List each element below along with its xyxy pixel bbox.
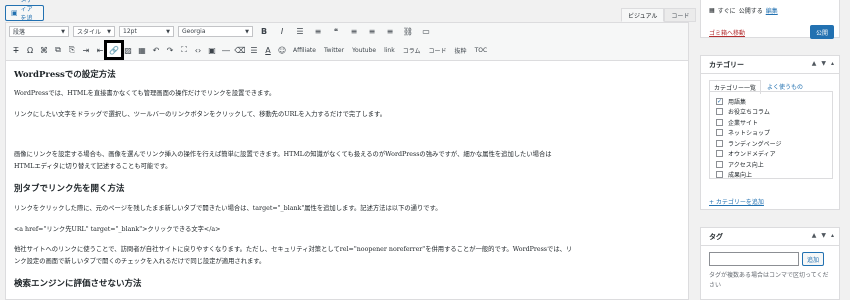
font-family-select[interactable]: Georgia ▼ (178, 26, 253, 37)
chevron-down-icon[interactable]: ▼ (821, 60, 826, 67)
list-item[interactable]: オウンドメディア (716, 149, 826, 160)
image-icon[interactable]: ▨ (121, 43, 135, 57)
tag-box: タグ ▲ ▼ ▴ 追加 タグが複数ある場合はコンマで区切ってください (700, 227, 840, 300)
emoji-icon[interactable]: ☺ (275, 43, 289, 57)
calendar-icon: ▦ (709, 7, 715, 14)
undo-icon[interactable]: ↶ (149, 43, 163, 57)
omega-icon[interactable]: Ω (23, 43, 37, 57)
list-item[interactable]: 企業サイト (716, 117, 826, 128)
checkbox[interactable] (716, 108, 723, 116)
qt-column-button[interactable]: コラム (399, 43, 425, 57)
add-media-button[interactable]: ▣ メディアを追加 (5, 0, 44, 31)
style-select[interactable]: スタイル ▼ (73, 26, 115, 37)
post-editor-screen: ▣ メディアを追加 ビジュアル コード 段落▼ スタイル▼ 12pt▼ Geor… (0, 0, 850, 300)
qt-affiliate-button[interactable]: Affiliate (289, 43, 320, 57)
heading-new-tab: 別タブでリンク先を開く方法 (14, 184, 125, 194)
add-tag-button[interactable]: 追加 (802, 252, 824, 266)
list-item[interactable]: 成果向上 (716, 170, 826, 181)
editor-mode-tabs: ビジュアル コード (621, 8, 697, 22)
qt-code-button[interactable]: コード (425, 43, 451, 57)
tag-help-text: タグが複数ある場合はコンマで区切ってください (709, 272, 829, 289)
editor-toolbar: 段落 ▼ スタイル ▼ 12pt ▼ Georgia ▼ B I ☰ ≡ ❝ ≡ ≡ ≡… (6, 23, 688, 61)
tag-box-header: タグ ▲ ▼ ▴ (701, 228, 839, 246)
qt-excerpt-button[interactable]: 抜粋 (451, 43, 471, 57)
numbered-list-icon[interactable]: ≡ (311, 26, 325, 37)
category-box-header: カテゴリー ▲ ▼ ▴ (701, 56, 839, 74)
paragraph: リンクをクリックした際に、元のページを残したまま新しいタブで開きたい場合は、ta… (14, 205, 442, 212)
table-icon[interactable]: ▦ (135, 43, 149, 57)
paragraph: リンクにしたい文字をドラッグで選択し、ツールバーのリンクボタンをクリックして、移… (14, 111, 387, 118)
caret-up-icon[interactable]: ▴ (831, 60, 834, 67)
checkbox[interactable] (716, 150, 723, 158)
qt-youtube-button[interactable]: Youtube (348, 43, 380, 57)
list-icon[interactable]: ☰ (247, 43, 261, 57)
publish-box: ▦ すぐに 公開する 編集 ゴミ箱へ移動 公開 (700, 0, 840, 39)
paragraph: 画像にリンクを設定する場合も、画像を選んでリンク挿入の操作を行えば簡単に設置でき… (14, 151, 552, 158)
outdent-icon[interactable]: ⇤ (93, 43, 107, 57)
paragraph: HTMLエディタに切り替えて記述することも可能です。 (14, 163, 172, 170)
tab-visual[interactable]: ビジュアル (621, 8, 665, 22)
caret-up-icon[interactable]: ▴ (831, 232, 834, 239)
bullet-list-icon[interactable]: ☰ (293, 26, 307, 37)
paragraph: 他社サイトへのリンクに使うことで、訪問者が自社サイトに戻りやすくなります。ただし… (14, 246, 573, 253)
list-item[interactable]: アクセス向上 (716, 159, 826, 170)
italic-icon[interactable]: I (275, 26, 289, 37)
tab-code[interactable]: コード (664, 8, 697, 22)
redo-icon[interactable]: ↷ (163, 43, 177, 57)
font-size-select[interactable]: 12pt ▼ (119, 26, 174, 37)
qt-toc-button[interactable]: TOC (471, 43, 492, 57)
chevron-up-icon[interactable]: ▲ (812, 232, 817, 239)
paragraph: WordPressでは、HTMLを直接書かなくても管理画面の操作だけでリンクを設… (14, 90, 276, 97)
special-char-icon[interactable]: ⌘ (37, 43, 51, 57)
code-example: <a href="リンク先URL" target="_blank">クリックでき… (14, 226, 221, 233)
qt-twitter-button[interactable]: Twitter (320, 43, 348, 57)
checkbox[interactable] (716, 160, 723, 168)
checkbox[interactable]: ✓ (716, 97, 723, 105)
chevron-down-icon[interactable]: ▼ (821, 232, 826, 239)
link-icon[interactable]: 🔗 (104, 40, 124, 60)
format-select[interactable]: 段落 ▼ (9, 26, 69, 37)
unlink-icon[interactable]: ⛓ (401, 26, 415, 37)
heading-nofollow: 検索エンジンに評価させない方法 (14, 279, 142, 289)
code-icon[interactable]: ‹› (191, 43, 205, 57)
editor-area: 段落 ▼ スタイル ▼ 12pt ▼ Georgia ▼ B I ☰ ≡ ❝ ≡ ≡ ≡… (5, 22, 689, 300)
align-center-icon[interactable]: ≡ (365, 26, 379, 37)
align-left-icon[interactable]: ≡ (347, 26, 361, 37)
align-right-icon[interactable]: ≡ (383, 26, 397, 37)
checkbox[interactable] (716, 129, 723, 137)
media-icon: ▣ (11, 9, 18, 17)
indent-icon[interactable]: ⇥ (79, 43, 93, 57)
text-color-icon[interactable]: A (261, 43, 275, 57)
publish-schedule: ▦ すぐに 公開する 編集 (709, 6, 778, 15)
list-item[interactable]: ランディングページ (716, 138, 826, 149)
list-item[interactable]: ✓ 用語集 (716, 96, 826, 107)
checkbox[interactable] (716, 118, 723, 126)
blockquote-icon[interactable]: ❝ (329, 26, 343, 37)
tag-input[interactable] (709, 252, 799, 266)
media-embed-icon[interactable]: ▣ (205, 43, 219, 57)
list-item[interactable]: ネットショップ (716, 128, 826, 139)
category-checklist: ✓ 用語集 お役立ちコラム 企業サイト ネットショップ ランディングページ オウン… (709, 91, 833, 179)
list-item[interactable]: お役立ちコラム (716, 107, 826, 118)
clear-format-icon[interactable]: ⌫ (233, 43, 247, 57)
strikethrough-icon[interactable]: T (9, 43, 23, 57)
horizontal-line-icon[interactable]: ― (219, 43, 233, 57)
schedule-edit-link[interactable]: 編集 (766, 6, 778, 15)
heading-settings: WordPressでの設定方法 (14, 70, 116, 80)
trash-link[interactable]: ゴミ箱へ移動 (709, 28, 745, 37)
checkbox[interactable] (716, 139, 723, 147)
category-box: カテゴリー ▲ ▼ ▴ カテゴリー一覧 よく使うもの ✓ 用語集 お役立ちコラム … (700, 55, 840, 210)
chevron-up-icon[interactable]: ▲ (812, 60, 817, 67)
fullscreen-icon[interactable]: ⛶ (177, 43, 191, 57)
checkbox[interactable] (716, 171, 723, 179)
more-tag-icon[interactable]: ▭ (419, 26, 433, 37)
add-category-link[interactable]: + カテゴリーを追加 (709, 197, 764, 206)
publish-button[interactable]: 公開 (810, 25, 834, 39)
paste-icon[interactable]: ⎘ (65, 43, 79, 57)
copy-icon[interactable]: ⧉ (51, 43, 65, 57)
bold-icon[interactable]: B (257, 26, 271, 37)
qt-link-button[interactable]: link (380, 43, 399, 57)
paragraph: ンク設定の画面で新しいタブで開くのチェックを入れるだけで同じ設定が適用されます。 (14, 258, 266, 265)
